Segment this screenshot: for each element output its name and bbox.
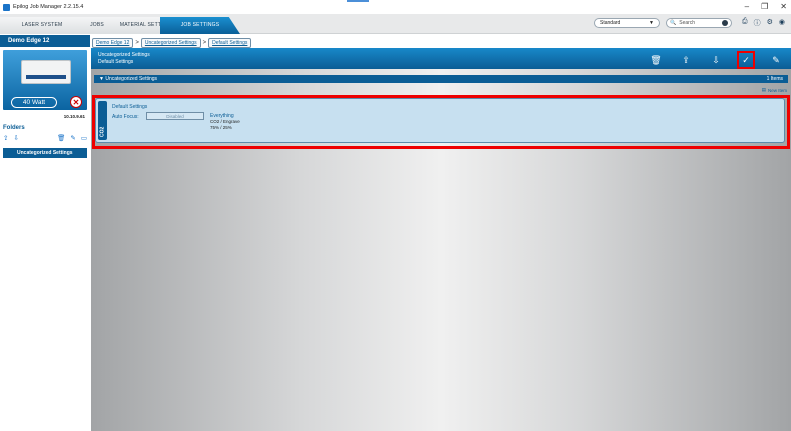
main-content: Uncategorized Settings Default Settings … — [91, 48, 791, 431]
header-folder: Uncategorized Settings — [98, 52, 150, 58]
laser-machine-image — [21, 60, 71, 84]
close-button[interactable]: ✕ — [780, 2, 787, 11]
edit-icon[interactable]: ✎ — [70, 134, 75, 142]
search-input[interactable]: 🔍 Search — [666, 18, 732, 28]
upload-icon[interactable]: ⇪ — [679, 53, 693, 67]
group-header[interactable]: ▼ Uncategorized Settings 1 Items — [94, 75, 788, 83]
wattage-badge: 40 Watt — [11, 97, 57, 108]
new-folder-icon[interactable]: ▭ — [81, 134, 87, 142]
breadcrumb-separator: > — [202, 40, 207, 46]
download-icon[interactable]: ⇩ — [13, 134, 18, 142]
search-icon: 🔍 — [670, 20, 677, 26]
progress-indicator — [347, 0, 369, 2]
machine-name: Demo Edge 12 — [0, 35, 90, 47]
disconnected-icon: ✕ — [70, 96, 82, 108]
chevron-down-icon: ▼ — [649, 20, 654, 26]
setting-card[interactable]: CO2 Default Settings Auto Focus: Disable… — [95, 98, 785, 143]
trash-icon[interactable]: 🗑 — [57, 134, 65, 142]
gear-icon[interactable]: ⚙ — [767, 18, 773, 28]
machine-card[interactable]: 40 Watt ✕ — [3, 50, 87, 110]
globe-icon[interactable]: ◉ — [779, 18, 785, 28]
mode-value: Standard — [600, 20, 621, 26]
breadcrumb-setting[interactable]: Default Settings — [208, 38, 252, 48]
co2-type-badge: CO2 — [98, 101, 107, 140]
header-setting: Default Settings — [98, 59, 134, 65]
group-name: Uncategorized Settings — [105, 76, 158, 82]
printer-icon[interactable]: ⎙ — [742, 18, 748, 28]
upload-icon[interactable]: ⇪ — [3, 134, 8, 142]
power-speed-info: 75% / 25% — [210, 125, 232, 130]
folder-item-uncategorized[interactable]: Uncategorized Settings — [3, 148, 87, 158]
maximize-button[interactable]: ❐ — [761, 2, 768, 11]
breadcrumb: Demo Edge 12 > Uncategorized Settings > … — [92, 38, 252, 48]
settings-header: Uncategorized Settings Default Settings … — [91, 48, 791, 69]
autofocus-field: Disabled — [146, 112, 204, 120]
trash-icon[interactable]: 🗑 — [649, 53, 663, 67]
new-item-icon: ▤ — [761, 87, 766, 92]
app-icon — [3, 3, 10, 11]
mode-dropdown[interactable]: Standard ▼ — [594, 18, 660, 28]
sidebar: Demo Edge 12 40 Watt ✕ 10.10.9.61 Folder… — [0, 35, 90, 431]
new-item-label: New Item — [767, 87, 787, 93]
breadcrumb-separator: > — [135, 40, 139, 46]
minimize-button[interactable]: – — [745, 2, 749, 11]
search-placeholder: Search — [679, 20, 696, 26]
mode-info: CO2 / Engrave — [210, 119, 240, 124]
autofocus-label: Auto Focus: — [112, 114, 139, 120]
title-bar: Epilog Job Manager 2.2.15.4 – ❐ ✕ — [0, 0, 791, 14]
breadcrumb-machine[interactable]: Demo Edge 12 — [92, 38, 134, 48]
clear-search-icon[interactable] — [722, 20, 728, 26]
group-count: 1 Items — [766, 76, 783, 82]
info-icon[interactable]: ⓘ — [754, 18, 761, 28]
new-item-button[interactable]: ▤ New Item — [762, 87, 787, 93]
window-title: Epilog Job Manager 2.2.15.4 — [13, 4, 84, 10]
tab-job-settings[interactable]: JOB SETTINGS — [160, 17, 240, 34]
apply-check-icon[interactable]: ✓ — [737, 51, 755, 69]
machine-ip: 10.10.9.61 — [63, 114, 85, 119]
breadcrumb-folder[interactable]: Uncategorized Settings — [140, 38, 201, 48]
edit-icon[interactable]: ✎ — [769, 53, 783, 67]
setting-title: Default Settings — [112, 104, 148, 110]
download-icon[interactable]: ⇩ — [709, 53, 723, 67]
